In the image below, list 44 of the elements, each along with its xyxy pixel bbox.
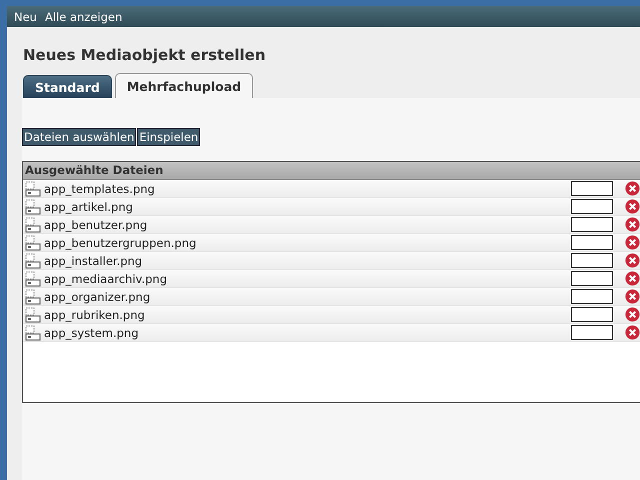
file-name: app_benutzergruppen.png [44,236,198,250]
input-field[interactable] [571,199,613,214]
menu-link[interactable]: Alle anzeigen [44,10,122,24]
delete-icon[interactable] [625,253,640,268]
file-name: app_organizer.png [44,290,152,304]
file-name: app_system.png [44,326,140,340]
file-name: app_mediaarchiv.png [44,272,168,286]
tab[interactable]: Standard [23,75,112,98]
file-icon [25,252,41,268]
delete-icon[interactable] [625,181,640,196]
file-icon [25,180,41,196]
file-name: app_artikel.png [44,200,134,214]
input-field[interactable] [571,217,613,232]
tab[interactable]: Mehrfachupload [114,73,254,98]
file-icon [25,216,41,232]
action-button[interactable]: Einspielen [137,128,200,146]
page-title: Neues Mediaobjekt erstellen [23,46,267,64]
delete-icon[interactable] [625,271,640,286]
input-field[interactable] [571,325,613,340]
delete-icon[interactable] [625,289,640,304]
file-icon [25,198,41,214]
file-icon [25,234,41,250]
menu-link[interactable]: Neu [14,10,37,24]
file-name: app_templates.png [44,182,156,196]
delete-icon[interactable] [625,235,640,250]
delete-icon[interactable] [625,307,640,322]
action-button[interactable]: Dateien auswählen [22,128,136,146]
delete-icon[interactable] [625,217,640,232]
input-field[interactable] [571,235,613,250]
input-field[interactable] [571,271,613,286]
file-name: app_rubriken.png [44,308,146,322]
delete-icon[interactable] [625,199,640,214]
list-heading: Ausgewählte Dateien [23,162,640,180]
file-icon [25,288,41,304]
file-name: app_installer.png [44,254,144,268]
input-field[interactable] [571,253,613,268]
input-field[interactable] [571,289,613,304]
delete-icon[interactable] [625,325,640,340]
input-field[interactable] [571,181,613,196]
file-icon [25,324,41,340]
file-icon [25,306,41,322]
input-field[interactable] [571,307,613,322]
file-name: app_benutzer.png [44,218,148,232]
file-icon [25,270,41,286]
